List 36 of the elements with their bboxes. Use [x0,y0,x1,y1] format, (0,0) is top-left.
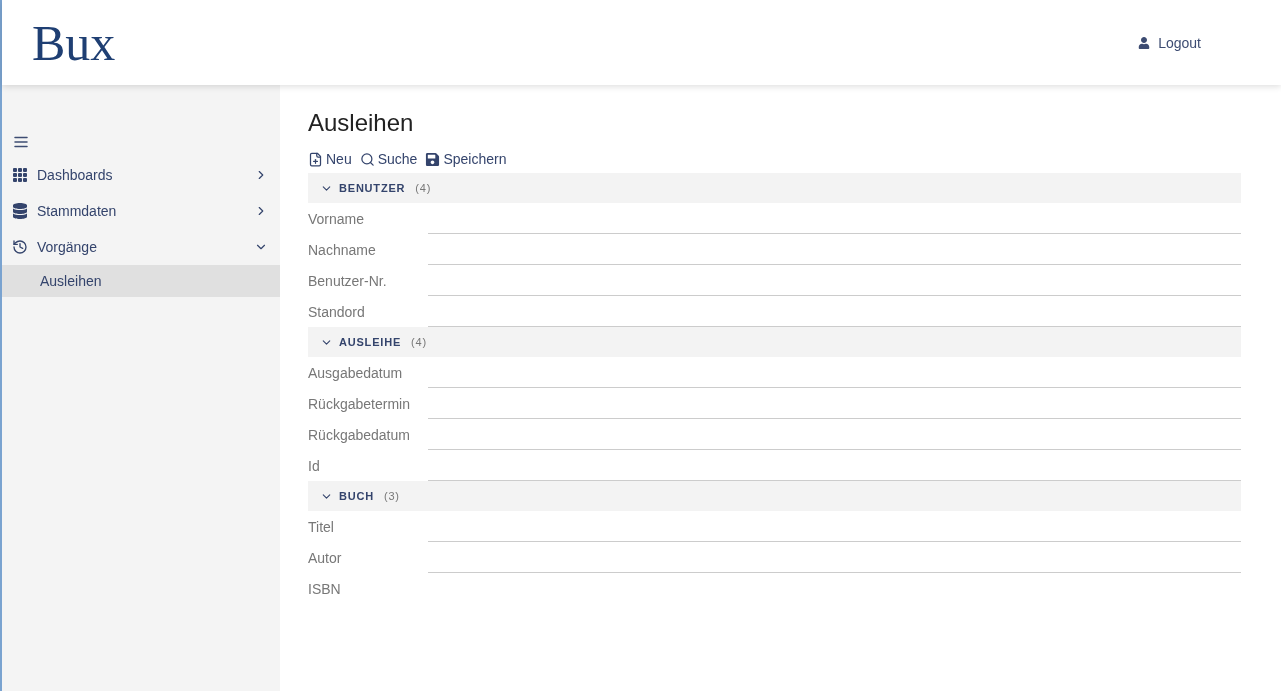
section-count: (4) [411,336,427,348]
field-label: Nachname [308,241,377,258]
toolbar-button[interactable]: Neu [308,151,352,167]
section-count: (4) [415,182,432,194]
database-icon [12,203,28,219]
sidebar-item[interactable]: Dashboards [2,157,280,193]
field-label: ISBN [308,580,342,597]
section-title: AUSLEIHE [339,336,402,348]
logo: Bux [32,13,116,72]
section-header[interactable]: BENUTZER (4) [308,173,1241,203]
history-icon [12,239,28,255]
field-label: Benutzer-Nr. [308,272,388,289]
field-label: Rückgabetermin [308,395,411,412]
field-label: Titel [308,518,335,535]
sidebar-subitem[interactable]: Ausleihen [2,265,280,297]
section-count: (3) [384,490,400,502]
section-header[interactable]: AUSLEIHE (4) [308,327,1241,357]
page-title: Ausleihen [308,109,415,137]
field-label: Standord [308,303,366,320]
search-icon [359,151,375,167]
field-label: Vorname [308,210,366,227]
field-label: Rückgabedatum [308,426,411,443]
user-icon [1138,36,1151,49]
logout-link[interactable]: Logout [1138,34,1201,51]
field-label: Id [308,457,321,474]
toolbar-button[interactable]: Suche [359,151,418,167]
sidebar-item[interactable]: Vorgänge [2,229,280,265]
field-label: Autor [308,549,343,566]
section-title: BUCH [339,490,374,502]
sidebar-item[interactable]: Stammdaten [2,193,280,229]
new-file-icon [308,151,323,167]
field-label: Ausgabedatum [308,364,404,381]
grid-icon [12,167,28,183]
section-title: BENUTZER [339,182,406,194]
section-header[interactable]: BUCH (3) [308,481,1241,511]
toolbar-button[interactable]: Speichern [425,151,507,167]
